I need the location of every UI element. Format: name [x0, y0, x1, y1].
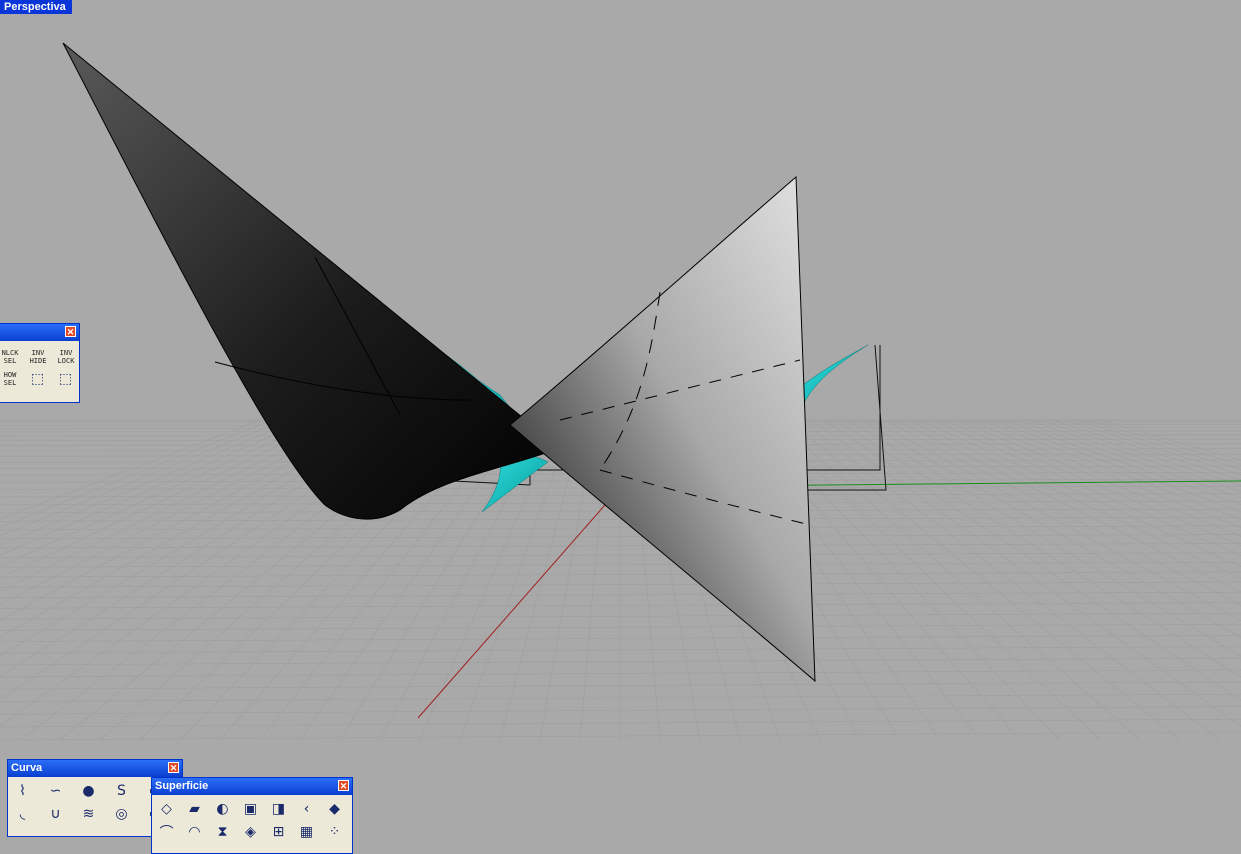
curva-toolbar-titlebar[interactable]: Curva ✕: [8, 760, 182, 777]
grid-line: [1075, 419, 1241, 470]
blend-icon[interactable]: ◈: [239, 822, 262, 842]
grid-line: [0, 706, 1241, 715]
grid-line: [895, 419, 1241, 592]
grid-line: [943, 419, 1241, 547]
select-toolbar-titlebar[interactable]: ✕: [0, 324, 79, 341]
loft-icon[interactable]: ‹: [295, 799, 318, 819]
grid-line: [0, 581, 1241, 588]
spiral-icon[interactable]: ◎: [110, 804, 133, 824]
invert-lock-button[interactable]: INV LOCK: [54, 347, 78, 367]
sphere-icon[interactable]: ●: [77, 781, 100, 801]
superficie-toolbar-titlebar[interactable]: Superficie ✕: [152, 778, 352, 795]
grid-line: [811, 419, 1241, 727]
grid-line: [847, 419, 1241, 657]
grid-line: [0, 525, 1241, 531]
curve-icon[interactable]: ∽: [44, 781, 67, 801]
grid-line: [0, 681, 1241, 690]
grid-line: [859, 419, 1241, 639]
quad-surface-icon[interactable]: ▦: [295, 822, 318, 842]
viewport-title[interactable]: Perspectiva: [0, 0, 72, 14]
superficie-toolbar: Superficie ✕ ◇ ▰ ◐ ▣ ◨ ‹ ◆ ⌒ ◠ ⧗ ◈ ⊞ ▦ ⁘: [151, 777, 353, 854]
close-icon[interactable]: ✕: [168, 762, 179, 773]
select-toolbar: ✕ NLCK SEL INV HIDE INV LOCK HOW SEL ⬚ ⬚: [0, 323, 80, 403]
saddle-surface-dark: [62, 42, 561, 520]
grid-line: [0, 623, 1241, 631]
extrude-surface-icon[interactable]: ◨: [267, 799, 290, 819]
polyline-icon[interactable]: ⌇: [11, 781, 34, 801]
close-icon[interactable]: ✕: [338, 780, 349, 791]
grid-line: [979, 419, 1241, 520]
edge-surface-icon[interactable]: ▰: [183, 799, 206, 819]
grid-line: [835, 419, 1241, 678]
perspective-viewport[interactable]: Perspectiva: [0, 0, 1241, 854]
grid-surface-icon[interactable]: ⊞: [267, 822, 290, 842]
grid-line: [1051, 419, 1241, 481]
lock-selected-icon[interactable]: ⬚: [54, 369, 77, 389]
curva-toolbar-title: Curva: [11, 762, 43, 774]
scene-canvas[interactable]: [0, 0, 1241, 854]
grid-line: [823, 419, 1241, 701]
grid-line: [763, 419, 1101, 741]
grid-line: [0, 718, 1241, 728]
grid-line: [1027, 419, 1241, 492]
close-icon[interactable]: ✕: [65, 326, 76, 337]
show-selected-button[interactable]: HOW SEL: [0, 369, 22, 389]
grid-line: [0, 693, 1241, 702]
grid-line: [0, 634, 1241, 642]
grid-line: [0, 646, 1241, 654]
grid-line: [0, 534, 1241, 540]
helix-icon[interactable]: ≋: [77, 804, 100, 824]
grid-line: [0, 561, 1241, 568]
hide-selected-icon[interactable]: ⬚: [26, 369, 49, 389]
interpolate-curve-icon[interactable]: ∪: [44, 804, 67, 824]
grid-line: [0, 552, 1241, 558]
freeform-curve-icon[interactable]: S: [110, 781, 133, 801]
arc-icon[interactable]: ◟: [11, 804, 34, 824]
grid-line: [955, 419, 1241, 537]
grid-line: [787, 419, 1181, 741]
superficie-toolbar-title: Superficie: [155, 780, 209, 792]
patch-icon[interactable]: ◆: [323, 799, 346, 819]
grid-line: [0, 602, 1241, 609]
grid-line: [0, 669, 1241, 678]
surface-from-points-icon[interactable]: ◇: [155, 799, 178, 819]
network-icon[interactable]: ◠: [183, 822, 206, 842]
unlock-selected-button[interactable]: NLCK SEL: [0, 347, 22, 367]
rail-revolve-icon[interactable]: ⧗: [211, 822, 234, 842]
sweep-icon[interactable]: ⌒: [155, 822, 178, 842]
plane-icon[interactable]: ▣: [239, 799, 262, 819]
invert-hide-button[interactable]: INV HIDE: [26, 347, 50, 367]
point-grid-icon[interactable]: ⁘: [323, 822, 346, 842]
grid-line: [775, 419, 1141, 741]
revolve-icon[interactable]: ◐: [211, 799, 234, 819]
grid-line: [799, 419, 1221, 741]
